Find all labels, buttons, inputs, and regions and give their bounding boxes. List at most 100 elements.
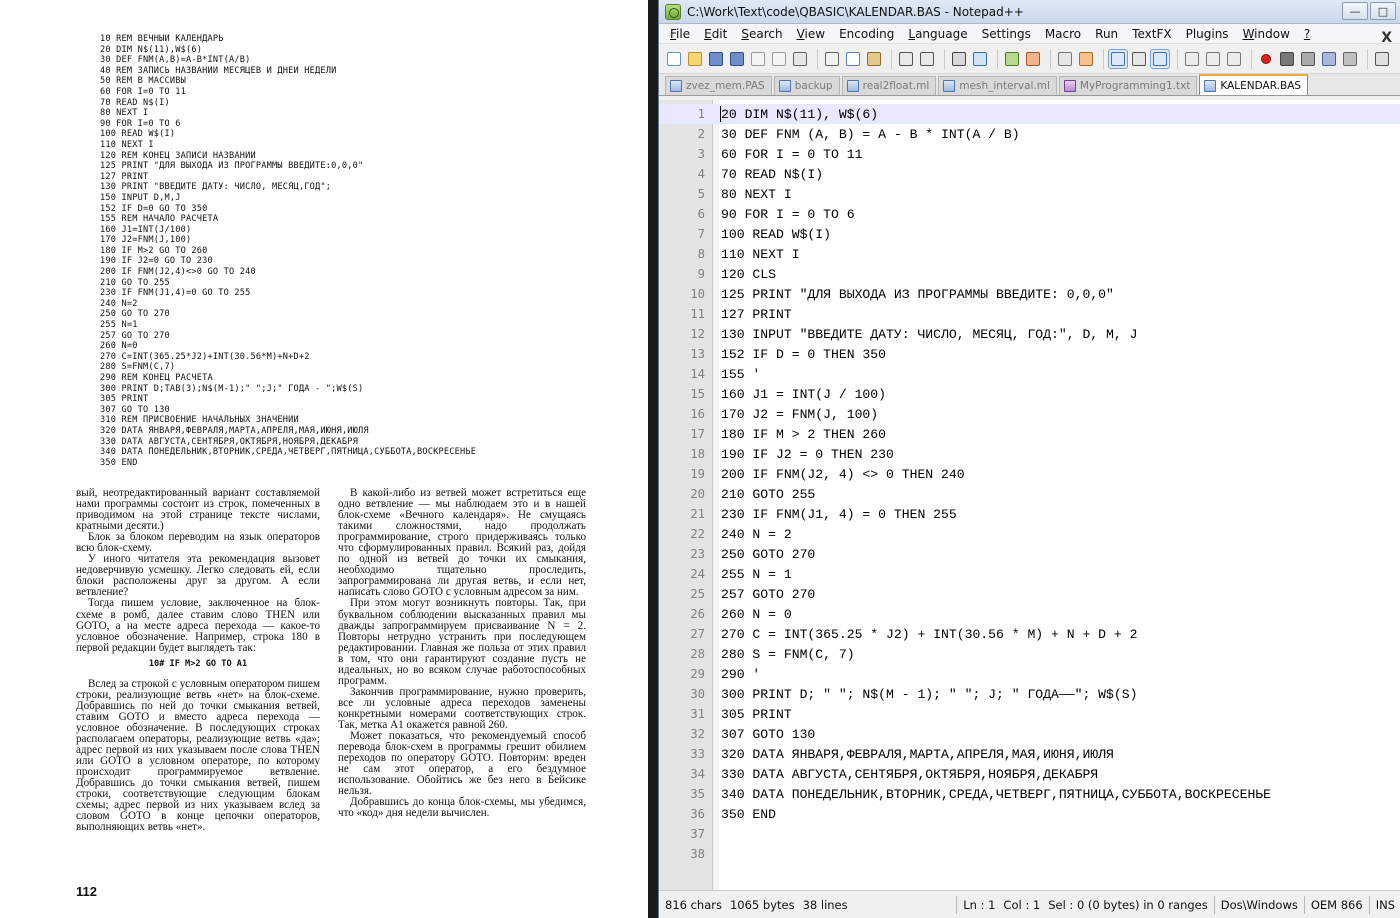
close-all-icon[interactable] — [770, 50, 788, 68]
book-code-line: 260 N=0 — [100, 341, 138, 352]
function-list-icon[interactable] — [1225, 50, 1243, 68]
menu-item-macro[interactable]: Macro — [1038, 27, 1088, 41]
open-file-icon[interactable] — [686, 50, 704, 68]
save-all-icon[interactable] — [728, 50, 746, 68]
line-number: 14 — [690, 367, 705, 381]
menu-label: Encoding — [839, 26, 895, 41]
line-text: 20 DIM N$(11), W$(6) — [721, 106, 879, 122]
book-code-line: 280 S=FNM(C,7) — [100, 362, 176, 373]
line-text: 127 PRINT — [721, 306, 792, 322]
book-code-line: 152 IF D=0 GO TO 350 — [100, 203, 208, 214]
book-code-line: 255 N=1 — [100, 320, 138, 331]
tab-label: mesh_interval.ml — [959, 80, 1050, 92]
title-bar[interactable]: C:\Work\Text\code\QBASIC\KALENDAR.BAS - … — [659, 0, 1400, 24]
zoom-out-icon[interactable] — [1024, 50, 1042, 68]
indent-guide-icon[interactable] — [1150, 48, 1170, 69]
line-text: 160 J1 = INT(J / 100) — [721, 386, 887, 402]
redo-icon[interactable] — [918, 50, 936, 68]
find-icon[interactable] — [950, 50, 968, 68]
close-document-icon[interactable]: X — [1381, 30, 1392, 46]
menu-item-run[interactable]: Run — [1088, 27, 1125, 41]
scanned-book-page: 10 REM ВЕЧНЫЙ КАЛЕНДАРЬ 20 DIM N$(11),W$(… — [0, 0, 648, 918]
line-text: 170 J2 = FNM(J, 100) — [721, 406, 879, 422]
paste-icon[interactable] — [865, 50, 883, 68]
replace-icon[interactable] — [971, 50, 989, 68]
editor-line: 9 120 CLS — [659, 264, 1400, 284]
status-insert-mode: INS — [1368, 895, 1400, 914]
book-paragraph: Вслед за строкой с условным оператором п… — [76, 677, 320, 834]
menu-item-file[interactable]: File — [663, 27, 697, 41]
new-file-icon[interactable] — [665, 50, 683, 68]
tab-zvez-mem-pas[interactable]: zvez_mem.PAS — [665, 76, 772, 95]
menu-item-window[interactable]: Window — [1236, 27, 1297, 41]
editor-line: 6 90 FOR I = 0 TO 6 — [659, 204, 1400, 224]
menu-item-language[interactable]: Language — [901, 27, 974, 41]
book-code-line: 300 PRINT D;TAB(3);N$(M-1);" ";J;" ГОДА … — [100, 383, 364, 394]
maximize-button[interactable]: □ — [1370, 2, 1396, 20]
sync-v-icon[interactable] — [1056, 50, 1074, 68]
menu-item-textfx[interactable]: TextFX — [1125, 27, 1178, 41]
editor-line: 22 240 N = 2 — [659, 524, 1400, 544]
tab-backup[interactable]: backup — [773, 76, 840, 95]
book-code-line: 180 IF M>2 GO TO 260 — [100, 245, 208, 256]
line-number: 12 — [690, 327, 705, 341]
editor-line: 8 110 NEXT I — [659, 244, 1400, 264]
menu-item-encoding[interactable]: Encoding — [832, 27, 901, 41]
minimize-button[interactable]: — — [1342, 2, 1368, 20]
close-icon[interactable] — [749, 50, 767, 68]
line-number: 8 — [697, 247, 705, 261]
tab-mesh-interval-ml[interactable]: mesh_interval.ml — [938, 76, 1057, 95]
menu-item-edit[interactable]: Edit — [697, 27, 734, 41]
spellcheck-icon[interactable] — [1373, 50, 1391, 68]
editor-line: 36 350 END — [659, 804, 1400, 824]
record-macro-icon[interactable] — [1257, 50, 1275, 68]
sync-h-icon[interactable] — [1077, 50, 1095, 68]
status-column-position: Col : 1 — [1003, 897, 1041, 912]
menu-label: Run — [1095, 26, 1119, 41]
line-number: 16 — [690, 407, 705, 421]
copy-icon[interactable] — [844, 50, 862, 68]
play-macro-icon[interactable] — [1299, 50, 1317, 68]
udl-icon[interactable] — [1183, 50, 1201, 68]
menu-item-search[interactable]: Search — [734, 27, 789, 41]
save-macro-icon[interactable] — [1341, 50, 1359, 68]
run-macro-multiple-icon[interactable] — [1320, 50, 1338, 68]
menu-mnemonic: S — [741, 26, 749, 41]
code-editor[interactable]: 1 20 DIM N$(11), W$(6) 2 30 DEF FNM (A, B) … — [659, 100, 1400, 890]
notepad-plus-plus-window: C:\Work\Text\code\QBASIC\KALENDAR.BAS - … — [658, 0, 1400, 918]
book-code-line: 290 REM КОНЕЦ РАСЧЕТА — [100, 373, 213, 383]
tab-myprogramming1-txt[interactable]: MyProgramming1.txt — [1058, 76, 1198, 95]
tab-real2float-ml[interactable]: real2float.ml — [841, 76, 937, 95]
stop-macro-icon[interactable] — [1278, 50, 1296, 68]
line-text: 155 ' — [721, 366, 761, 382]
editor-line: 34 330 DATA АВГУСТА,СЕНТЯБРЯ,ОКТЯБРЯ,НОЯБ… — [659, 764, 1400, 784]
line-text: 270 C = INT(365.25 * J2) + INT(30.56 * M… — [721, 626, 1138, 642]
toolbar-separator — [1050, 48, 1051, 69]
doc-map-icon[interactable] — [1204, 50, 1222, 68]
wrap-icon[interactable] — [1108, 48, 1128, 69]
line-number: 9 — [697, 267, 705, 281]
editor-line: 29 290 ' — [659, 664, 1400, 684]
line-number: 24 — [690, 567, 705, 581]
tab-kalendar-bas[interactable]: KALENDAR.BAS — [1199, 74, 1309, 95]
zoom-in-icon[interactable] — [1003, 50, 1021, 68]
paste-icon-glyph — [867, 51, 881, 66]
save-all-icon-glyph — [730, 51, 744, 66]
menu-item-help[interactable]: ? — [1297, 27, 1317, 41]
menu-item-settings[interactable]: Settings — [975, 27, 1038, 41]
book-code-line: 30 DEF FNM(A,B)=A-B*INT(A/B) — [100, 55, 251, 66]
save-icon[interactable] — [707, 50, 725, 68]
line-number: 18 — [690, 447, 705, 461]
print-icon[interactable] — [791, 50, 809, 68]
line-number: 6 — [697, 207, 705, 221]
cut-icon[interactable] — [823, 50, 841, 68]
menu-item-plugins[interactable]: Plugins — [1179, 27, 1236, 41]
menu-item-view[interactable]: View — [790, 27, 832, 41]
indent-guide-icon-glyph — [1153, 51, 1167, 66]
all-chars-icon[interactable] — [1130, 50, 1148, 68]
menu-label: ile — [676, 26, 691, 41]
stop-macro-icon-glyph — [1280, 51, 1294, 66]
undo-icon[interactable] — [897, 50, 915, 68]
book-paragraph: В какой-либо из ветвей может встретиться… — [338, 487, 586, 599]
editor-line: 28 280 S = FNM(C, 7) — [659, 644, 1400, 664]
